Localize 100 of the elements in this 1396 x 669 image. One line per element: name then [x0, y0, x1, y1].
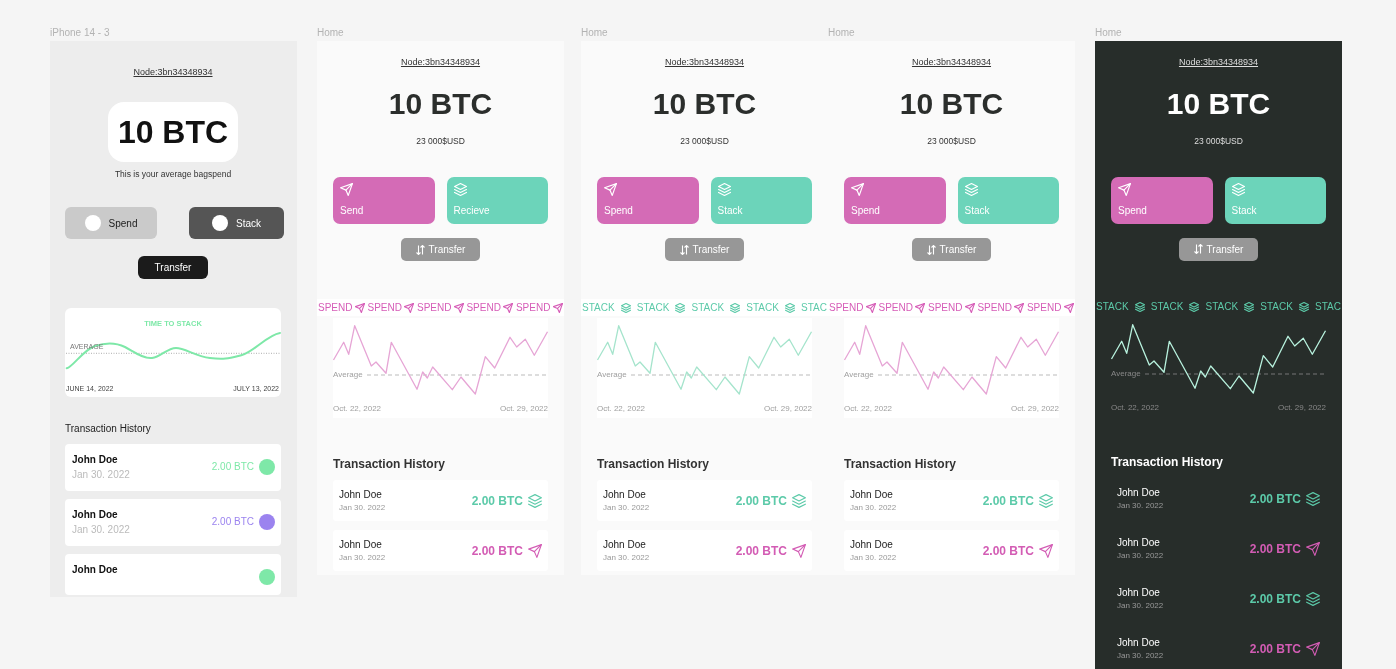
frame-label: Home — [317, 27, 344, 39]
layers-icon — [453, 183, 467, 196]
transaction-date: Jan 30. 2022 — [850, 502, 897, 513]
transaction-card[interactable]: John Doe Jan 30. 2022 2.00 BTC — [597, 530, 812, 571]
balance-display: 10 BTC — [108, 102, 238, 162]
transaction-date: Jan 30. 2022 — [72, 469, 130, 481]
swap-arrows-icon — [679, 244, 689, 255]
transaction-card[interactable]: John Doe Jan 30. 2022 2.00 BTC — [65, 499, 281, 546]
swap-arrows-icon — [415, 244, 425, 255]
transaction-date: Jan 30. 2022 — [603, 502, 650, 513]
node-link[interactable]: Node:3bn34348934 — [133, 67, 213, 77]
mode-toggle[interactable]: Spend — [65, 207, 157, 239]
node-link[interactable]: Node:3bn34348934 — [911, 57, 992, 67]
transaction-amount: 2.00 BTC — [211, 461, 254, 473]
section-title: Transaction History — [333, 457, 446, 471]
transaction-date: Jan 30. 2022 — [1117, 500, 1164, 511]
fiat-value: 23 000$USD — [680, 136, 729, 146]
node-link[interactable]: Node:3bn34348934 — [400, 57, 481, 67]
layers-icon — [1231, 183, 1245, 196]
node-link[interactable]: Node:3bn34348934 — [1178, 57, 1259, 67]
layers-icon — [792, 493, 806, 508]
ticker-word: SPEND — [927, 301, 963, 314]
sender-name: John Doe — [603, 538, 646, 551]
transaction-card[interactable]: John Doe Jan 30. 2022 2.00 BTC — [333, 480, 548, 521]
transaction-date: Jan 30. 2022 — [850, 552, 897, 563]
sender-name: John Doe — [72, 509, 118, 521]
section-title: Transaction History — [844, 457, 957, 471]
paper-plane-icon — [1306, 541, 1320, 556]
transaction-date: Jan 30. 2022 — [72, 524, 130, 536]
ticker-word: SPEND — [1026, 301, 1062, 314]
layers-icon — [1306, 491, 1320, 506]
sender-name: John Doe — [1117, 486, 1160, 499]
transaction-card[interactable]: John Doe Jan 30. 2022 2.00 BTC — [333, 530, 548, 571]
layers-icon — [1306, 591, 1320, 606]
paper-plane-icon — [851, 183, 864, 196]
section-title: Transaction History — [65, 423, 151, 435]
transaction-date: Jan 30. 2022 — [1117, 650, 1164, 661]
date-label: Oct. 29, 2022 — [499, 404, 548, 413]
ticker-word: SPEND — [977, 301, 1012, 314]
paper-plane-icon — [1039, 543, 1053, 558]
sender-name: John Doe — [72, 564, 118, 576]
transaction-amount: 2.00 BTC — [471, 493, 523, 508]
transaction-amount: 2.00 BTC — [735, 543, 787, 558]
transfer-button[interactable]: Transfer — [138, 256, 208, 279]
transaction-card[interactable]: John Doe — [65, 554, 281, 595]
date-label: Oct. 22, 2022 — [597, 404, 646, 413]
balance-amount: 10 BTC — [899, 87, 1004, 121]
ticker-word: STACK — [636, 301, 670, 314]
layers-icon — [964, 183, 978, 196]
sender-name: John Doe — [603, 488, 646, 501]
transaction-date: Jan 30. 2022 — [603, 552, 650, 563]
ticker-word: SPEND — [466, 301, 501, 314]
transaction-date: Jan 30. 2022 — [339, 552, 386, 563]
paper-plane-icon — [528, 543, 542, 558]
ticker-word: SPEND — [318, 301, 353, 314]
swap-arrows-icon — [926, 244, 936, 255]
sender-name: John Doe — [1117, 536, 1160, 549]
ticker-word: SPEND — [367, 301, 402, 314]
balance-amount: 10 BTC — [652, 87, 757, 121]
ticker-word: STACK — [1260, 301, 1293, 314]
date-label: Oct. 29, 2022 — [1277, 403, 1326, 413]
fiat-value: 23 000$USD — [927, 136, 976, 146]
sender-name: John Doe — [339, 488, 382, 501]
layers-icon — [1039, 493, 1053, 508]
mode-toggle[interactable]: Stack — [189, 207, 284, 239]
date-label: Oct. 29, 2022 — [763, 404, 812, 413]
average-label: Average — [844, 370, 874, 380]
transaction-card[interactable]: John Doe Jan 30. 2022 2.00 BTC — [844, 530, 1059, 571]
transaction-card[interactable]: John Doe Jan 30. 2022 2.00 BTC — [65, 444, 281, 491]
node-link[interactable]: Node:3bn34348934 — [664, 57, 745, 67]
transaction-date: Jan 30. 2022 — [339, 502, 386, 513]
balance-caption: This is your average bagspend — [114, 169, 232, 179]
transaction-date: Jan 30. 2022 — [1117, 600, 1164, 611]
frame-label: Home — [1095, 27, 1122, 39]
transaction-amount: 2.00 BTC — [1249, 591, 1301, 606]
paper-plane-icon — [792, 543, 806, 558]
transaction-card[interactable]: John Doe Jan 30. 2022 2.00 BTC — [844, 480, 1059, 521]
layers-icon — [528, 493, 542, 508]
ticker-word: STAC — [801, 301, 827, 314]
ticker-word: STAC — [1315, 301, 1341, 314]
transaction-amount: 2.00 BTC — [735, 493, 787, 508]
swap-arrows-icon — [1193, 244, 1203, 255]
transaction-amount: 2.00 BTC — [211, 516, 254, 528]
paper-plane-icon — [1306, 641, 1320, 656]
frame-label: Home — [828, 27, 855, 39]
sender-name: John Doe — [850, 488, 893, 501]
ticker-word: SPEND — [878, 301, 913, 314]
transaction-amount: 2.00 BTC — [982, 543, 1034, 558]
sender-name: John Doe — [850, 538, 893, 551]
transaction-card[interactable]: John Doe Jan 30. 2022 2.00 BTC — [597, 480, 812, 521]
average-label: Average — [597, 370, 627, 380]
transaction-amount: 2.00 BTC — [1249, 491, 1301, 506]
transaction-date: Jan 30. 2022 — [1117, 550, 1164, 561]
date-label: Oct. 22, 2022 — [1111, 403, 1160, 413]
sender-name: John Doe — [1117, 636, 1160, 649]
paper-plane-icon — [604, 183, 617, 196]
transaction-amount: 2.00 BTC — [471, 543, 523, 558]
ticker-word: STACK — [582, 301, 615, 314]
ticker-word: STACK — [691, 301, 725, 314]
section-title: Transaction History — [1111, 455, 1224, 469]
